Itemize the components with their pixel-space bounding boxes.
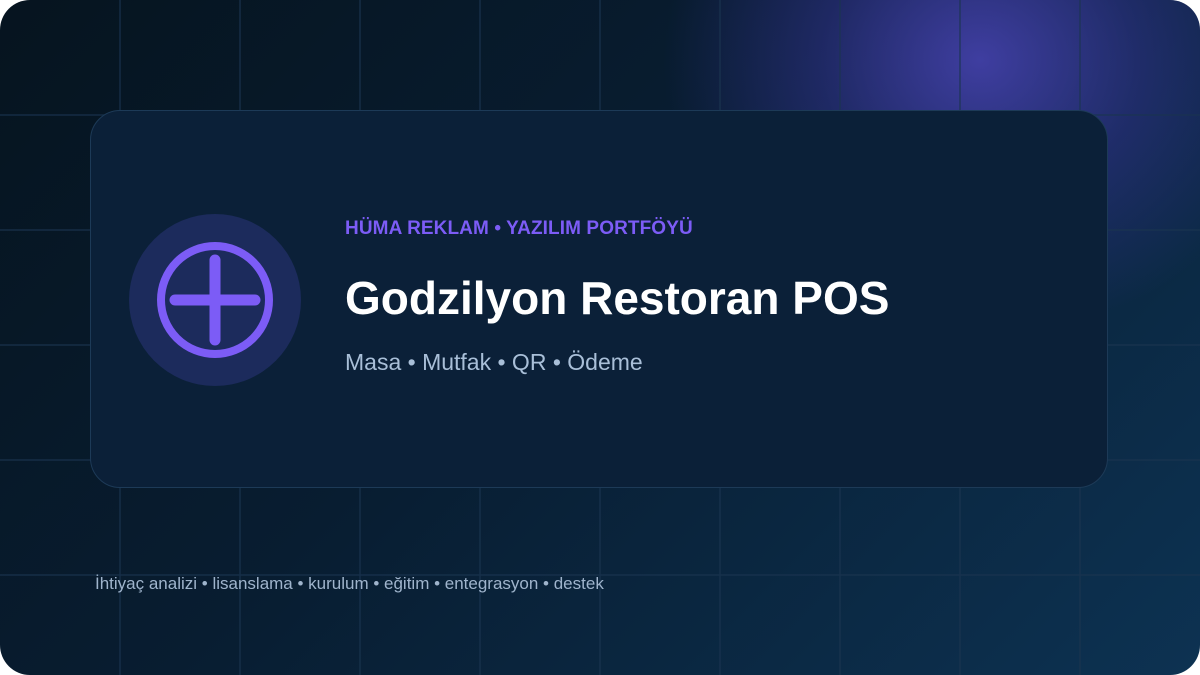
services-footer: İhtiyaç analizi • lisanslama • kurulum •… — [95, 574, 604, 593]
feature-list: Masa • Mutfak • QR • Ödeme — [345, 349, 643, 375]
brand-kicker: HÜMA REKLAM • YAZILIM PORTFÖYÜ — [345, 218, 693, 239]
product-title: Godzilyon Restoran POS — [345, 272, 890, 324]
plus-circle-icon — [157, 242, 273, 358]
banner-canvas: HÜMA REKLAM • YAZILIM PORTFÖYÜ Godzilyon… — [0, 0, 1200, 675]
portfolio-card: HÜMA REKLAM • YAZILIM PORTFÖYÜ Godzilyon… — [90, 110, 1108, 488]
icon-badge — [129, 214, 301, 386]
